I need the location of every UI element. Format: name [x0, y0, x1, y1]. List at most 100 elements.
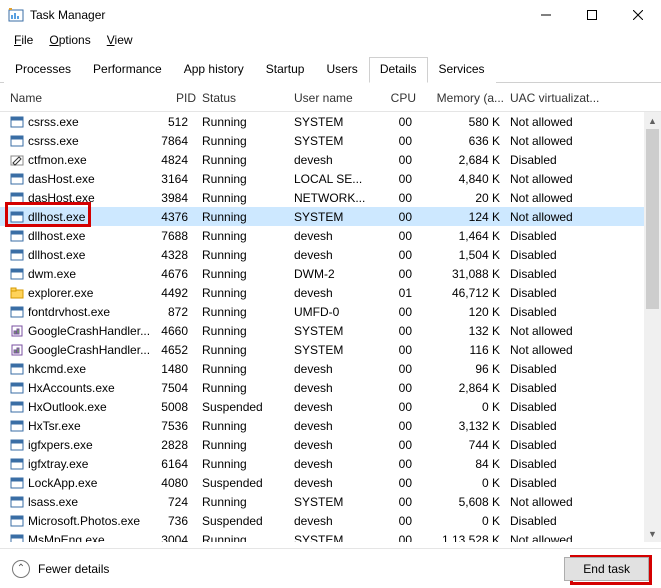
table-row[interactable]: HxOutlook.exe5008Suspendeddevesh000 KDis…	[0, 397, 661, 416]
tab-users[interactable]: Users	[315, 57, 368, 83]
process-uac: Disabled	[510, 514, 622, 528]
table-row[interactable]: dllhost.exe4328Runningdevesh001,504 KDis…	[0, 245, 661, 264]
header-memory[interactable]: Memory (a...	[422, 91, 510, 105]
table-row[interactable]: csrss.exe512RunningSYSTEM00580 KNot allo…	[0, 112, 661, 131]
process-icon	[10, 267, 24, 281]
table-row[interactable]: fontdrvhost.exe872RunningUMFD-000120 KDi…	[0, 302, 661, 321]
tab-services[interactable]: Services	[428, 57, 496, 83]
process-memory: 636 K	[422, 134, 510, 148]
end-task-button[interactable]: End task	[564, 557, 649, 581]
tab-app-history[interactable]: App history	[173, 57, 255, 83]
header-status[interactable]: Status	[202, 91, 294, 105]
scroll-thumb[interactable]	[646, 129, 659, 309]
menu-file[interactable]: File	[6, 31, 41, 49]
process-status: Running	[202, 115, 294, 129]
process-memory: 31,088 K	[422, 267, 510, 281]
process-user: devesh	[294, 362, 388, 376]
process-status: Running	[202, 533, 294, 543]
process-status: Running	[202, 229, 294, 243]
header-name[interactable]: Name	[10, 91, 160, 105]
process-uac: Not allowed	[510, 115, 622, 129]
process-status: Running	[202, 343, 294, 357]
table-row[interactable]: MsMpEng.exe3004RunningSYSTEM001,13,528 K…	[0, 530, 661, 542]
table-row[interactable]: ctfmon.exe4824Runningdevesh002,684 KDisa…	[0, 150, 661, 169]
table-row[interactable]: GoogleCrashHandler...4660RunningSYSTEM00…	[0, 321, 661, 340]
minimize-button[interactable]	[523, 0, 569, 30]
header-user[interactable]: User name	[294, 91, 388, 105]
menu-view[interactable]: View	[99, 31, 141, 49]
process-uac: Not allowed	[510, 210, 622, 224]
process-user: LOCAL SE...	[294, 172, 388, 186]
maximize-button[interactable]	[569, 0, 615, 30]
process-uac: Disabled	[510, 476, 622, 490]
process-pid: 3004	[160, 533, 202, 543]
process-icon	[10, 343, 24, 357]
process-memory: 116 K	[422, 343, 510, 357]
process-status: Running	[202, 381, 294, 395]
process-user: devesh	[294, 248, 388, 262]
process-memory: 132 K	[422, 324, 510, 338]
table-row[interactable]: dllhost.exe7688Runningdevesh001,464 KDis…	[0, 226, 661, 245]
process-status: Running	[202, 248, 294, 262]
process-user: NETWORK...	[294, 191, 388, 205]
table-row[interactable]: csrss.exe7864RunningSYSTEM00636 KNot all…	[0, 131, 661, 150]
process-name: LockApp.exe	[28, 476, 97, 490]
process-status: Running	[202, 172, 294, 186]
process-icon	[10, 457, 24, 471]
tab-details[interactable]: Details	[369, 57, 428, 83]
table-row[interactable]: dasHost.exe3984RunningNETWORK...0020 KNo…	[0, 188, 661, 207]
header-cpu[interactable]: CPU	[388, 91, 422, 105]
table-row[interactable]: igfxpers.exe2828Runningdevesh00744 KDisa…	[0, 435, 661, 454]
process-cpu: 00	[388, 267, 422, 281]
table-row[interactable]: Microsoft.Photos.exe736Suspendeddevesh00…	[0, 511, 661, 530]
process-status: Running	[202, 324, 294, 338]
tab-startup[interactable]: Startup	[255, 57, 316, 83]
process-memory: 5,608 K	[422, 495, 510, 509]
process-uac: Disabled	[510, 229, 622, 243]
process-cpu: 00	[388, 191, 422, 205]
process-pid: 4328	[160, 248, 202, 262]
table-row[interactable]: explorer.exe4492Runningdevesh0146,712 KD…	[0, 283, 661, 302]
process-user: SYSTEM	[294, 324, 388, 338]
process-uac: Disabled	[510, 419, 622, 433]
process-cpu: 00	[388, 134, 422, 148]
table-row[interactable]: HxTsr.exe7536Runningdevesh003,132 KDisab…	[0, 416, 661, 435]
process-uac: Disabled	[510, 305, 622, 319]
process-name: ctfmon.exe	[28, 153, 87, 167]
table-row[interactable]: dasHost.exe3164RunningLOCAL SE...004,840…	[0, 169, 661, 188]
scroll-down-icon[interactable]: ▼	[644, 525, 661, 542]
table-row[interactable]: HxAccounts.exe7504Runningdevesh002,864 K…	[0, 378, 661, 397]
fewer-details-button[interactable]: ⌃ Fewer details	[12, 560, 109, 578]
process-icon	[10, 172, 24, 186]
chevron-up-icon: ⌃	[12, 560, 30, 578]
process-status: Running	[202, 362, 294, 376]
process-pid: 3984	[160, 191, 202, 205]
vertical-scrollbar[interactable]: ▲ ▼	[644, 112, 661, 542]
menu-options[interactable]: Options	[41, 31, 98, 49]
table-row[interactable]: hkcmd.exe1480Runningdevesh0096 KDisabled	[0, 359, 661, 378]
process-uac: Disabled	[510, 286, 622, 300]
window-title: Task Manager	[30, 8, 105, 22]
process-user: devesh	[294, 153, 388, 167]
process-icon	[10, 248, 24, 262]
process-user: SYSTEM	[294, 115, 388, 129]
header-pid[interactable]: PID	[160, 91, 202, 105]
table-row[interactable]: dwm.exe4676RunningDWM-20031,088 KDisable…	[0, 264, 661, 283]
table-row[interactable]: dllhost.exe4376RunningSYSTEM00124 KNot a…	[0, 207, 661, 226]
process-pid: 4652	[160, 343, 202, 357]
table-row[interactable]: LockApp.exe4080Suspendeddevesh000 KDisab…	[0, 473, 661, 492]
process-pid: 6164	[160, 457, 202, 471]
header-uac[interactable]: UAC virtualizat...	[510, 91, 622, 105]
process-icon	[10, 381, 24, 395]
table-row[interactable]: GoogleCrashHandler...4652RunningSYSTEM00…	[0, 340, 661, 359]
close-button[interactable]	[615, 0, 661, 30]
table-row[interactable]: lsass.exe724RunningSYSTEM005,608 KNot al…	[0, 492, 661, 511]
tab-performance[interactable]: Performance	[82, 57, 173, 83]
process-cpu: 00	[388, 362, 422, 376]
scroll-up-icon[interactable]: ▲	[644, 112, 661, 129]
process-uac: Disabled	[510, 153, 622, 167]
table-row[interactable]: igfxtray.exe6164Runningdevesh0084 KDisab…	[0, 454, 661, 473]
process-memory: 580 K	[422, 115, 510, 129]
process-icon	[10, 229, 24, 243]
tab-processes[interactable]: Processes	[4, 57, 82, 83]
